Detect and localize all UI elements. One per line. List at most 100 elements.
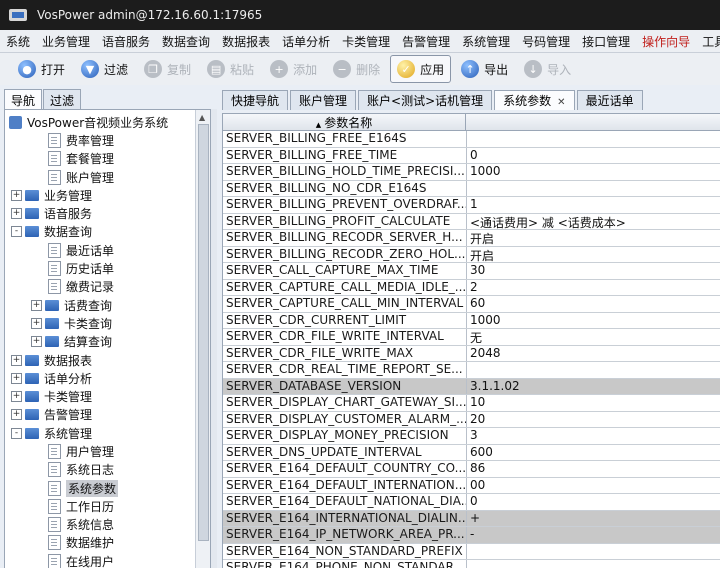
collapse-icon[interactable]: - [11, 427, 22, 439]
param-value-cell[interactable]: 00 [467, 478, 720, 494]
param-value-cell[interactable] [467, 181, 720, 197]
expand-icon[interactable]: + [11, 409, 22, 421]
menu-item[interactable]: 语音服务 [96, 33, 156, 50]
table-row[interactable]: SERVER_BILLING_PREVENT_OVERDRAF... 1 [223, 197, 720, 214]
tab[interactable]: 系统参数 ✕ [494, 90, 575, 110]
table-row[interactable]: SERVER_E164_DEFAULT_NATIONAL_DIA... 0 [223, 494, 720, 511]
menu-item[interactable]: 接口管理 [576, 33, 636, 50]
expand-icon[interactable]: + [11, 372, 22, 384]
param-value-cell[interactable]: <通话费用> 减 <话费成本> [467, 214, 720, 230]
menu-item[interactable]: 号码管理 [516, 33, 576, 50]
tree-item[interactable]: + 话单分析 [5, 369, 195, 387]
expand-icon[interactable]: + [11, 391, 22, 403]
table-row[interactable]: SERVER_E164_PHONE_NON_STANDAR... [223, 560, 720, 568]
add-button[interactable]: + 添加 [264, 56, 323, 82]
collapse-icon[interactable]: - [11, 226, 22, 238]
table-row[interactable]: SERVER_E164_INTERNATIONAL_DIALIN... + [223, 510, 720, 527]
tree-item[interactable]: 工作日历 [5, 497, 195, 515]
param-value-cell[interactable]: 开启 [467, 230, 720, 246]
menu-item[interactable]: 数据报表 [216, 33, 276, 50]
delete-button[interactable]: − 删除 [327, 56, 386, 82]
param-value-cell[interactable]: + [467, 511, 720, 527]
param-value-cell[interactable]: 10 [467, 395, 720, 411]
tree-item[interactable]: 历史话单 [5, 259, 195, 277]
column-header-param-name[interactable]: ▲ 参数名称 [223, 114, 466, 130]
param-value-cell[interactable]: 0 [467, 494, 720, 510]
column-header-value[interactable] [466, 114, 720, 130]
table-row[interactable]: SERVER_BILLING_NO_CDR_E164S [223, 180, 720, 197]
param-value-cell[interactable]: 无 [467, 329, 720, 345]
tree-item[interactable]: 账户管理 [5, 168, 195, 186]
tree-item[interactable]: 在线用户 [5, 552, 195, 568]
expand-icon[interactable]: + [11, 354, 22, 366]
table-row[interactable]: SERVER_BILLING_HOLD_TIME_PRECISI... 1000 [223, 164, 720, 181]
tree-item[interactable]: 数据维护 [5, 534, 195, 552]
param-value-cell[interactable] [467, 362, 720, 378]
tree-item[interactable]: 系统参数 [5, 479, 195, 497]
paste-button[interactable]: ▤ 粘贴 [201, 56, 260, 82]
tree-item[interactable]: 缴费记录 [5, 278, 195, 296]
table-row[interactable]: SERVER_BILLING_PROFIT_CALCULATE <通话费用> 减 … [223, 213, 720, 230]
tab[interactable]: 账户管理 [290, 90, 357, 110]
tree-item[interactable]: + 语音服务 [5, 204, 195, 222]
tree-item[interactable]: + 结算查询 [5, 333, 195, 351]
menu-item[interactable]: 业务管理 [36, 33, 96, 50]
param-value-cell[interactable]: 1 [467, 197, 720, 213]
param-value-cell[interactable]: 开启 [467, 247, 720, 263]
param-value-cell[interactable] [467, 131, 720, 147]
table-row[interactable]: SERVER_CAPTURE_CALL_MEDIA_IDLE_... 2 [223, 279, 720, 296]
menu-item[interactable]: 系统 [0, 33, 36, 50]
table-row[interactable]: SERVER_CDR_REAL_TIME_REPORT_SE... [223, 362, 720, 379]
table-row[interactable]: SERVER_CAPTURE_CALL_MIN_INTERVAL 60 [223, 296, 720, 313]
table-row[interactable]: SERVER_E164_IP_NETWORK_AREA_PR... - [223, 527, 720, 544]
left-tab[interactable]: 导航 [4, 89, 43, 109]
param-value-cell[interactable]: 60 [467, 296, 720, 312]
tree-item[interactable]: + 卡类管理 [5, 387, 195, 405]
table-row[interactable]: SERVER_E164_NON_STANDARD_PREFIX [223, 543, 720, 560]
tree-item[interactable]: 系统日志 [5, 461, 195, 479]
apply-button[interactable]: ✓ 应用 [390, 55, 452, 83]
param-value-cell[interactable]: 2048 [467, 346, 720, 362]
table-row[interactable]: SERVER_DISPLAY_CHART_GATEWAY_SI... 10 [223, 395, 720, 412]
param-value-cell[interactable]: 1000 [467, 313, 720, 329]
tree-scrollbar[interactable]: ▲ [195, 110, 210, 568]
param-value-cell[interactable]: 0 [467, 148, 720, 164]
menu-item[interactable]: 卡类管理 [336, 33, 396, 50]
param-value-cell[interactable] [467, 544, 720, 560]
table-row[interactable]: SERVER_E164_DEFAULT_COUNTRY_CO... 86 [223, 461, 720, 478]
table-row[interactable]: SERVER_DNS_UPDATE_INTERVAL 600 [223, 444, 720, 461]
expand-icon[interactable]: + [31, 317, 42, 329]
param-value-cell[interactable]: 3.1.1.02 [467, 379, 720, 395]
tree-item[interactable]: + 告警管理 [5, 406, 195, 424]
menu-item[interactable]: 工具 [696, 33, 720, 50]
tree-item[interactable]: + 话费查询 [5, 296, 195, 314]
menu-item[interactable]: 告警管理 [396, 33, 456, 50]
filter-button[interactable]: ▼ 过滤 [75, 56, 134, 82]
param-value-cell[interactable]: 20 [467, 412, 720, 428]
table-row[interactable]: SERVER_E164_DEFAULT_INTERNATION... 00 [223, 477, 720, 494]
tree-item[interactable]: 用户管理 [5, 442, 195, 460]
scroll-up-icon[interactable]: ▲ [199, 113, 205, 122]
param-value-cell[interactable]: 2 [467, 280, 720, 296]
table-row[interactable]: SERVER_DATABASE_VERSION 3.1.1.02 [223, 378, 720, 395]
copy-button[interactable]: ❐ 复制 [138, 56, 197, 82]
table-row[interactable]: SERVER_BILLING_FREE_TIME 0 [223, 147, 720, 164]
tree-item[interactable]: - 数据查询 [5, 223, 195, 241]
param-value-cell[interactable]: 600 [467, 445, 720, 461]
tree-item[interactable]: + 卡类查询 [5, 314, 195, 332]
table-row[interactable]: SERVER_BILLING_RECODR_SERVER_H... 开启 [223, 230, 720, 247]
close-icon[interactable]: ✕ [557, 97, 565, 108]
tab[interactable]: 最近话单 [576, 90, 643, 110]
tab[interactable]: 账户<测试>话机管理 [358, 90, 493, 110]
expand-icon[interactable]: + [31, 299, 42, 311]
tree-item[interactable]: - 系统管理 [5, 424, 195, 442]
menu-item[interactable]: 操作向导 [636, 33, 696, 50]
param-value-cell[interactable] [467, 560, 720, 568]
expand-icon[interactable]: + [11, 208, 22, 220]
param-value-cell[interactable]: 86 [467, 461, 720, 477]
param-value-cell[interactable]: 30 [467, 263, 720, 279]
table-row[interactable]: SERVER_CDR_FILE_WRITE_MAX 2048 [223, 345, 720, 362]
table-row[interactable]: SERVER_BILLING_FREE_E164S [223, 131, 720, 148]
table-row[interactable]: SERVER_CDR_CURRENT_LIMIT 1000 [223, 312, 720, 329]
table-row[interactable]: SERVER_CDR_FILE_WRITE_INTERVAL 无 [223, 329, 720, 346]
